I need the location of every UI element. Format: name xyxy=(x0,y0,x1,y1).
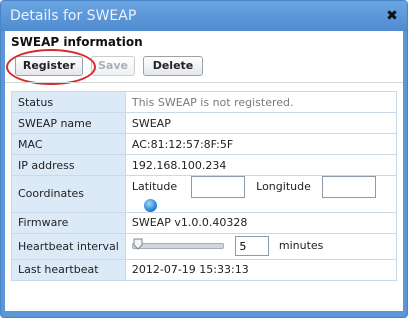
last-heartbeat-value: 2012-07-19 15:33:13 xyxy=(124,258,398,281)
table-row: Coordinates Latitude Longitude xyxy=(11,175,398,213)
save-button[interactable]: Save xyxy=(91,56,135,76)
close-icon[interactable]: ✖ xyxy=(385,1,399,31)
heartbeat-slider[interactable] xyxy=(131,238,224,250)
delete-button[interactable]: Delete xyxy=(143,56,203,76)
table-row: Status This SWEAP is not registered. xyxy=(11,91,398,113)
dialog-title: Details for SWEAP xyxy=(10,8,137,24)
table-row: SWEAP name SWEAP xyxy=(11,112,398,134)
heartbeat-interval-input[interactable] xyxy=(235,236,270,256)
ip-value: 192.168.100.234 xyxy=(124,154,398,176)
ip-label: IP address xyxy=(11,154,126,176)
latitude-input[interactable] xyxy=(190,176,245,198)
mac-value: AC:81:12:57:8F:5F xyxy=(124,133,398,155)
longitude-label: Longitude xyxy=(256,180,311,193)
table-row: Firmware SWEAP v1.0.0.40328 xyxy=(11,211,398,234)
globe-icon[interactable] xyxy=(143,198,157,212)
status-label: Status xyxy=(11,91,126,113)
table-row: MAC AC:81:12:57:8F:5F xyxy=(11,133,398,155)
firmware-label: Firmware xyxy=(11,211,126,234)
details-dialog: Details for SWEAP ✖ SWEAP information Re… xyxy=(0,0,408,318)
coordinates-label: Coordinates xyxy=(11,175,126,213)
longitude-input[interactable] xyxy=(322,176,377,198)
table-row: IP address 192.168.100.234 xyxy=(11,154,398,176)
section-title: SWEAP information xyxy=(11,35,143,49)
slider-thumb-icon[interactable] xyxy=(133,238,143,250)
dialog-titlebar: Details for SWEAP ✖ xyxy=(1,1,407,31)
table-row: Last heartbeat 2012-07-19 15:33:13 xyxy=(11,258,398,281)
name-label: SWEAP name xyxy=(11,112,126,134)
divider xyxy=(5,82,403,83)
last-heartbeat-label: Last heartbeat xyxy=(11,258,126,281)
info-table: Status This SWEAP is not registered. SWE… xyxy=(11,91,398,281)
dialog-content: SWEAP information Register Save Delete S… xyxy=(5,31,403,311)
latitude-label: Latitude xyxy=(131,180,178,193)
heartbeat-interval-label: Heartbeat interval xyxy=(11,232,126,260)
coordinates-value: Latitude Longitude xyxy=(124,175,398,213)
heartbeat-interval-value: minutes xyxy=(124,232,398,260)
name-value: SWEAP xyxy=(124,112,398,134)
firmware-value: SWEAP v1.0.0.40328 xyxy=(124,211,398,234)
register-button[interactable]: Register xyxy=(15,56,83,76)
mac-label: MAC xyxy=(11,133,126,155)
heartbeat-unit: minutes xyxy=(278,239,324,252)
status-value: This SWEAP is not registered. xyxy=(124,91,398,113)
table-row: Heartbeat interval minutes xyxy=(11,232,398,260)
